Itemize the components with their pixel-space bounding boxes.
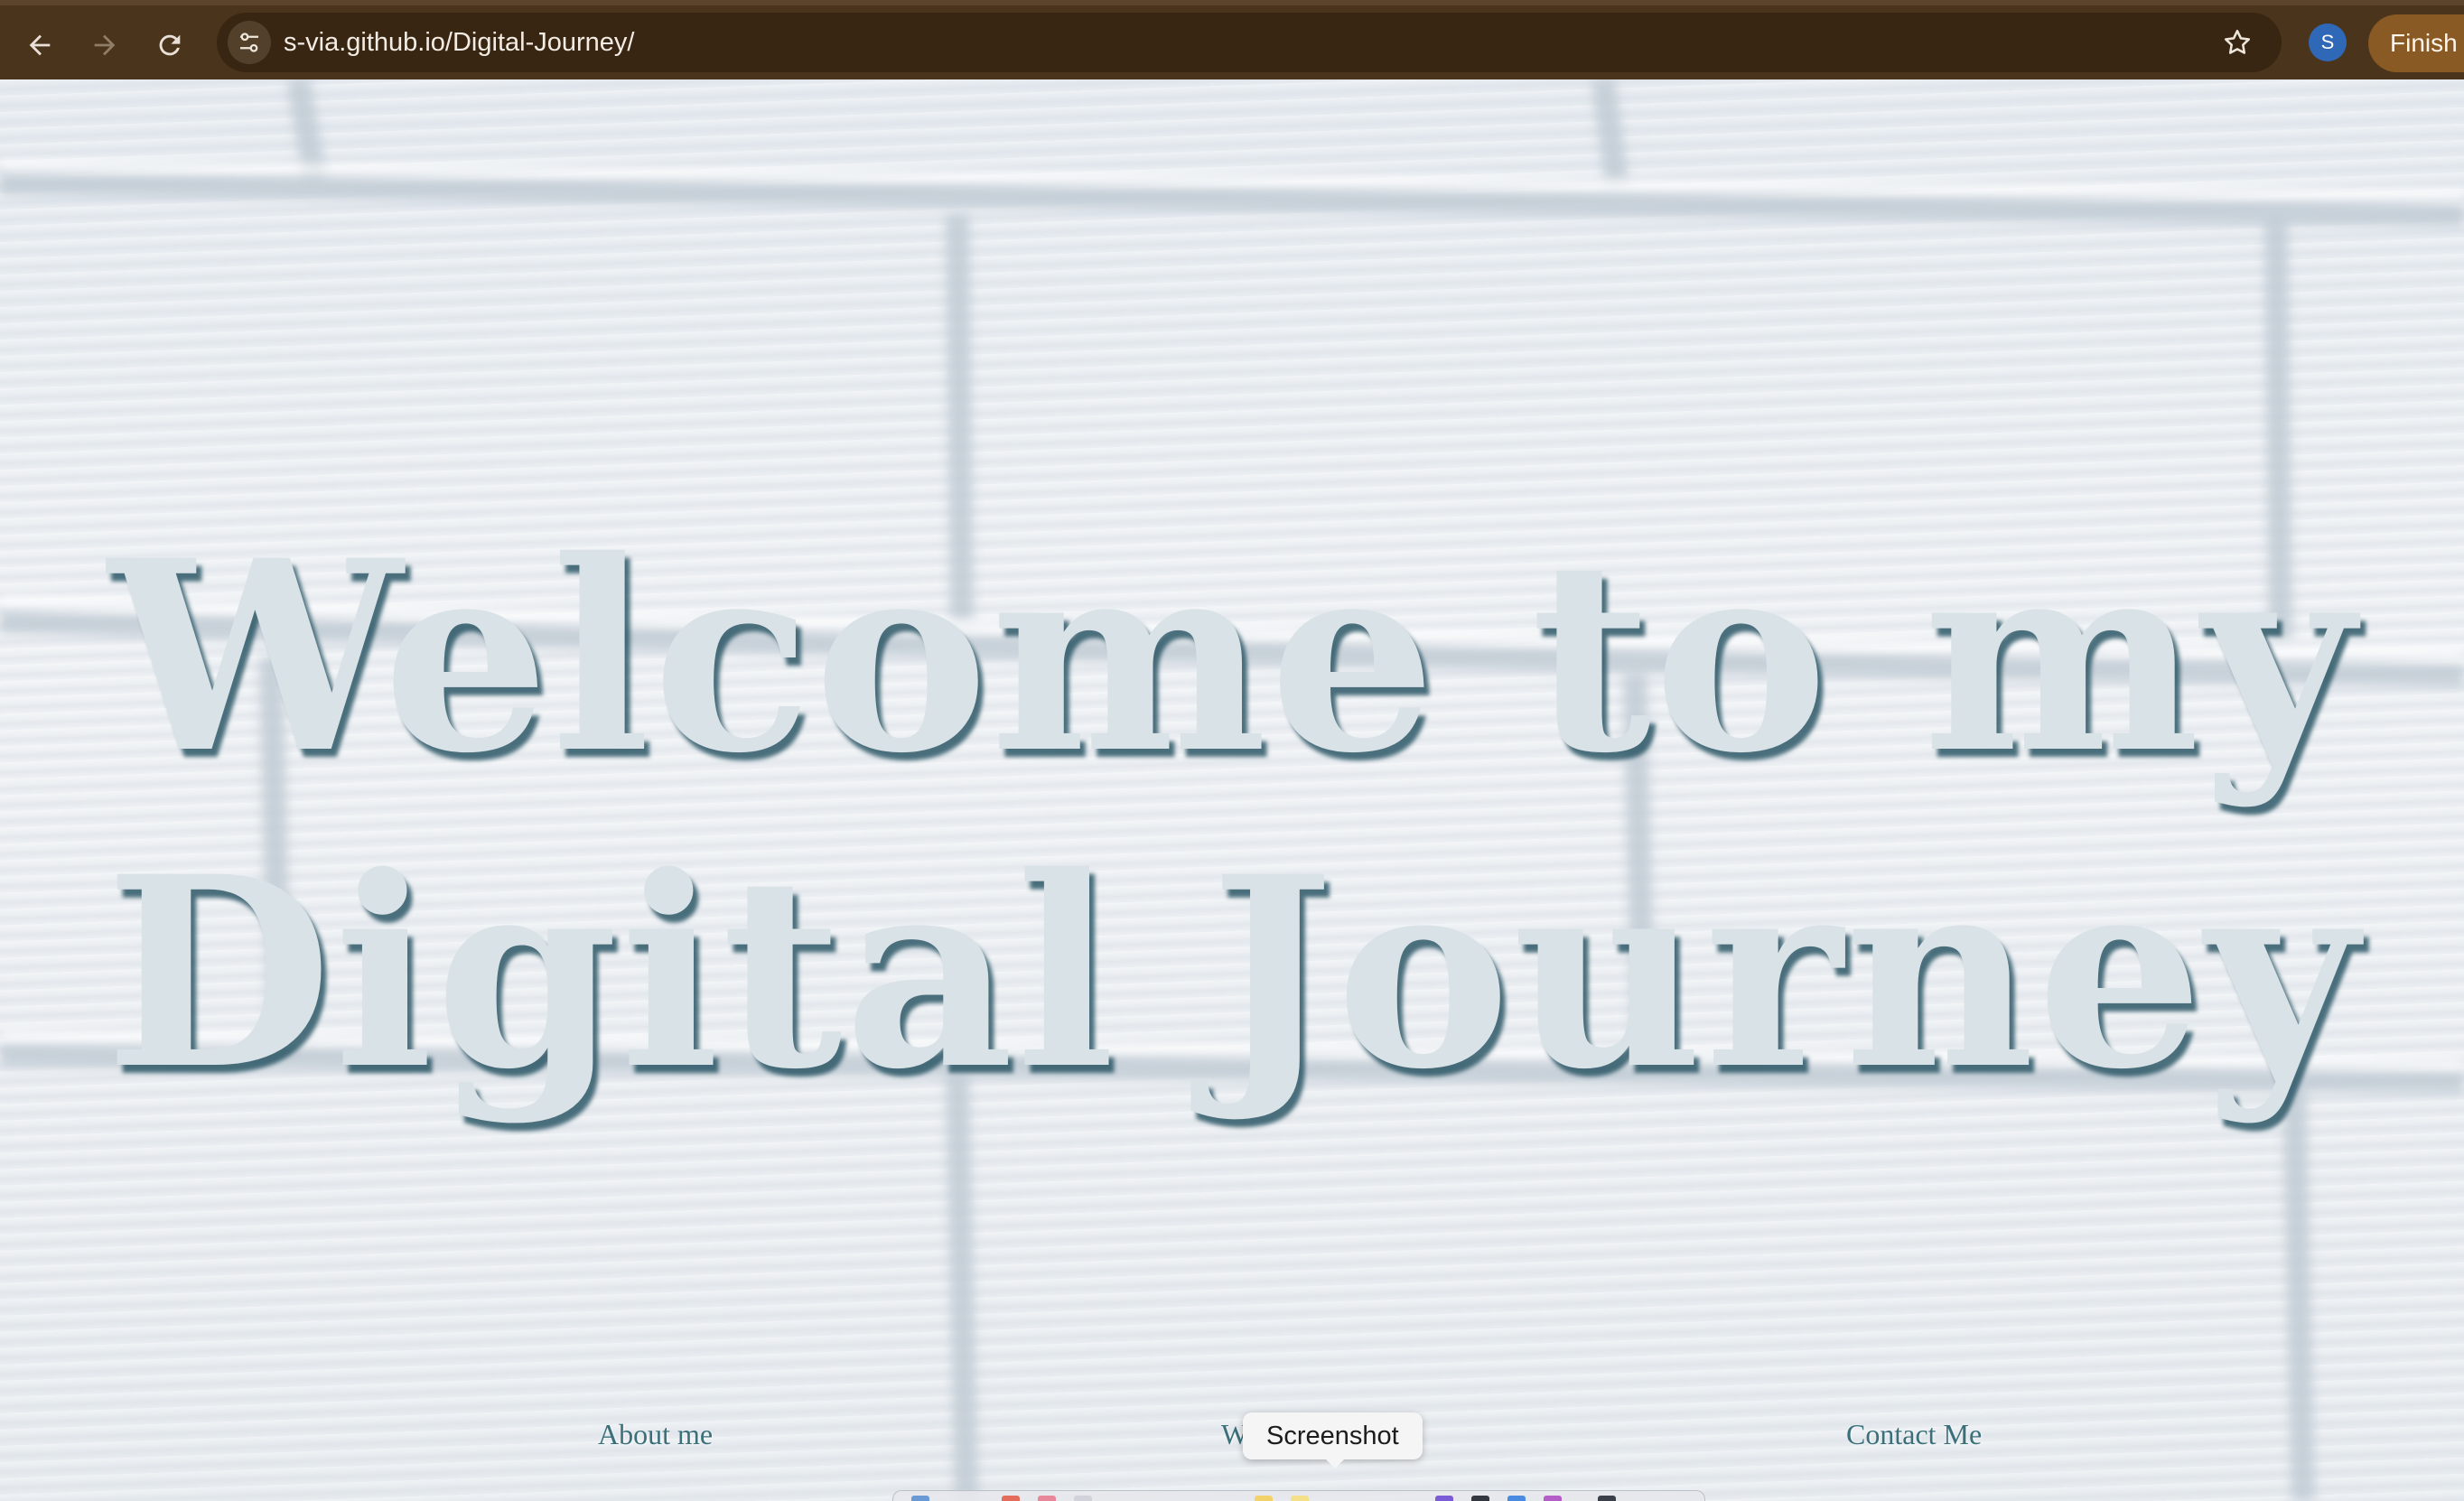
dock-app-icon[interactable] — [1255, 1496, 1273, 1501]
dock-app-icon[interactable] — [1291, 1496, 1309, 1501]
reload-button[interactable] — [146, 22, 193, 69]
nav-link-contact[interactable]: Contact Me — [1846, 1414, 1982, 1454]
screenshot-tooltip: Screenshot — [1243, 1412, 1423, 1459]
profile-avatar[interactable]: S — [2309, 23, 2347, 61]
dock-app-icon[interactable] — [1038, 1496, 1056, 1501]
arrow-left-icon — [29, 34, 51, 56]
browser-toolbar: s-via.github.io/Digital-Journey/ S Finis… — [0, 0, 2464, 79]
forward-button[interactable] — [81, 22, 128, 69]
dock — [892, 1490, 1705, 1501]
tune-sliders-icon — [240, 33, 258, 52]
dock-app-icon[interactable] — [1435, 1496, 1453, 1501]
dock-app-icon[interactable] — [1598, 1496, 1616, 1501]
site-info-button[interactable] — [228, 21, 271, 64]
dock-app-icon[interactable] — [1507, 1496, 1526, 1501]
hero-title-line-2: Digital Journey — [105, 820, 2359, 1127]
tooltip-pointer — [1324, 1458, 1346, 1468]
bookmark-button[interactable] — [2218, 23, 2256, 61]
arrow-right-icon — [94, 34, 116, 56]
reload-icon — [159, 34, 181, 56]
url-text[interactable]: s-via.github.io/Digital-Journey/ — [284, 13, 634, 72]
hero-title-line-1: Welcome to my — [107, 504, 2357, 811]
star-icon — [2224, 29, 2251, 54]
dock-app-icon[interactable] — [911, 1496, 929, 1501]
back-button[interactable] — [16, 22, 63, 69]
address-bar[interactable]: s-via.github.io/Digital-Journey/ — [217, 13, 2282, 72]
dock-app-icon[interactable] — [1544, 1496, 1562, 1501]
dock-app-icon[interactable] — [1002, 1496, 1020, 1501]
dock-app-icon[interactable] — [1471, 1496, 1489, 1501]
finish-button[interactable]: Finish — [2368, 14, 2464, 72]
page-viewport: Welcome to my Digital Journey About me W… — [0, 79, 2464, 1501]
nav-link-about[interactable]: About me — [598, 1414, 713, 1454]
dock-app-icon[interactable] — [1074, 1496, 1092, 1501]
